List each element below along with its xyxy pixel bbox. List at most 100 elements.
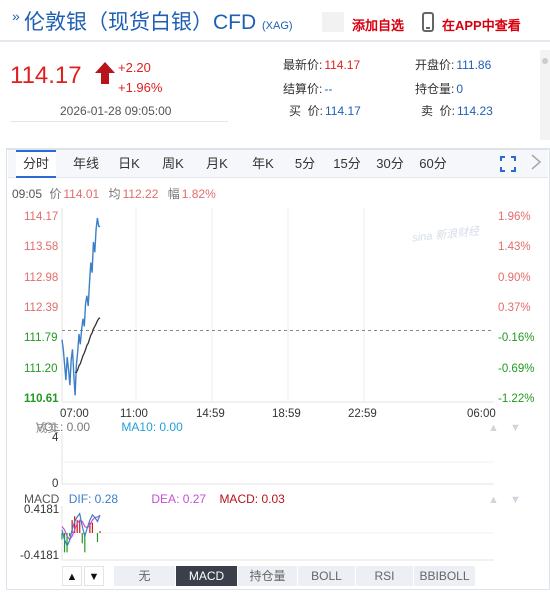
tab-0[interactable]: 分时 (16, 150, 56, 178)
change-value: +2.20 (118, 60, 151, 75)
vol-tick-1: 0 (52, 478, 59, 490)
scrollbar[interactable] (540, 50, 550, 140)
tab-4[interactable]: 月K (198, 150, 236, 178)
ma10-label: MA10: 0.00 (121, 420, 183, 434)
y-tick-price-2: 112.98 (24, 271, 59, 284)
indicator-btn-2[interactable]: 持仓量 (238, 566, 298, 586)
stat-latest: 最新价: 114.17 (283, 56, 360, 73)
macd-header: MACD DIF: 0.28 DEA: 0.27 MACD: 0.03 (24, 492, 285, 506)
add-watchlist-label: 添加自选 (352, 18, 405, 33)
y-tick-pct-5: -0.69% (498, 362, 535, 375)
stat-bid: 买 价: 114.17 (289, 102, 361, 119)
info-amp-label: 幅 (167, 187, 180, 201)
page-title: 伦敦银（现货白银）CFD (24, 11, 257, 34)
info-time: 09:05 (12, 187, 43, 201)
macd-up-icon[interactable]: ▲ (488, 494, 499, 506)
macd-value-label: MACD: 0.03 (219, 492, 285, 506)
y-tick-pct-2: 0.90% (498, 271, 531, 284)
tab-2[interactable]: 日K (110, 150, 148, 178)
current-price: 114.17 (10, 62, 82, 89)
phone-icon (422, 12, 434, 32)
change-percent: +1.96% (118, 80, 163, 95)
volume-title: 成交 (36, 423, 59, 435)
x-tick-3: 18:59 (272, 408, 301, 420)
stat-oi-value: 0 (456, 82, 464, 96)
dea-label: DEA: 0.27 (151, 492, 207, 506)
stat-settle-value: -- (324, 82, 333, 96)
y-tick-pct-4: -0.16% (498, 332, 535, 345)
y-tick-price-1: 113.58 (24, 241, 59, 254)
divider (10, 121, 228, 122)
stat-bid-label: 买 价: (289, 104, 324, 118)
y-tick-price-3: 112.39 (24, 302, 59, 314)
indicator-btn-5[interactable]: BBIBOLL (414, 566, 476, 586)
dif-label: DIF: 0.28 (68, 492, 119, 506)
period-tabs: 分时 年线 日K 周K 月K 年K 5分 15分 30分 60分 (8, 150, 548, 178)
symbol-code: (XAG) (262, 20, 293, 32)
stat-settle-label: 结算价: (283, 82, 323, 96)
y-tick-pct-3: 0.37% (498, 302, 531, 314)
y-tick-pct-6: -1.22% (498, 393, 535, 405)
panel-up-icon[interactable]: ▲ (488, 422, 499, 434)
x-tick-2: 14:59 (196, 408, 225, 420)
stat-open-value: 111.86 (456, 58, 492, 72)
arrow-up-icon (95, 62, 115, 84)
next-arrow-icon[interactable]: ▼ (84, 566, 104, 586)
quote-datetime: 2026-01-28 09:05:00 (60, 104, 172, 118)
open-in-app-button[interactable]: 在APP中查看 (420, 10, 540, 36)
stat-ask-label: 卖 价: (421, 104, 456, 118)
price-change: +2.20 +1.96% (118, 58, 162, 98)
stat-latest-label: 最新价: (283, 58, 323, 72)
open-in-app-label: 在APP中查看 (442, 18, 521, 33)
info-avg-label: 均 (108, 187, 121, 201)
stat-latest-value: 114.17 (324, 58, 361, 72)
stat-oi-label: 持仓量: (415, 82, 455, 96)
macd-title: MACD (24, 492, 60, 506)
indicator-bar: ▲ ▼ 无 MACD 持仓量 BOLL RSI BBIBOLL (58, 566, 478, 586)
tab-7[interactable]: 15分 (328, 150, 366, 178)
y-tick-price-4: 111.79 (24, 332, 58, 345)
watchlist-icon (322, 12, 344, 32)
stat-open-interest: 持仓量: 0 (415, 80, 463, 97)
stat-bid-value: 114.17 (325, 104, 361, 118)
add-watchlist-button[interactable]: 添加自选 (322, 10, 410, 34)
stat-settle: 结算价: -- (283, 80, 332, 97)
stat-open-label: 开盘价: (415, 58, 455, 72)
macd-tick-1: -0.4181 (20, 550, 60, 562)
indicator-btn-3[interactable]: BOLL (298, 566, 356, 586)
indicator-btn-0[interactable]: 无 (114, 566, 176, 586)
double-chevron-icon: » (12, 8, 20, 24)
stat-ask: 卖 价: 114.23 (421, 102, 493, 119)
panel-down-icon[interactable]: ▼ (510, 422, 521, 434)
tab-1[interactable]: 年线 (66, 150, 106, 178)
info-avg: 112.22 (122, 187, 159, 201)
x-tick-1: 11:00 (120, 408, 148, 420)
fullscreen-icon[interactable] (500, 156, 516, 172)
indicator-btn-4[interactable]: RSI (356, 566, 414, 586)
stat-open: 开盘价: 111.86 (415, 56, 491, 73)
header: » 伦敦银（现货白银）CFD (XAG) 添加自选 在APP中查看 (0, 0, 550, 42)
intraday-chart[interactable] (0, 200, 550, 580)
stat-ask-value: 114.23 (457, 104, 493, 118)
y-tick-pct-0: 1.96% (498, 211, 531, 223)
chevron-right-icon[interactable] (528, 152, 544, 172)
y-tick-price-0: 114.17 (24, 211, 59, 223)
tab-3[interactable]: 周K (154, 150, 192, 178)
x-tick-5: 06:00 (467, 408, 496, 420)
tab-8[interactable]: 30分 (372, 150, 408, 178)
info-amp: 1.82% (181, 187, 216, 201)
x-tick-4: 22:59 (348, 408, 377, 420)
macd-down-icon[interactable]: ▼ (510, 494, 521, 506)
series-line-0 (61, 217, 101, 396)
y-tick-pct-1: 1.43% (498, 241, 531, 254)
y-tick-price-6: 110.61 (24, 393, 59, 405)
y-tick-price-5: 111.20 (24, 362, 58, 375)
tab-6[interactable]: 5分 (288, 150, 322, 178)
prev-arrow-icon[interactable]: ▲ (62, 566, 82, 586)
tab-9[interactable]: 60分 (414, 150, 452, 178)
tab-5[interactable]: 年K (244, 150, 282, 178)
indicator-btn-1[interactable]: MACD (176, 566, 238, 586)
info-price: 114.01 (63, 187, 100, 201)
x-tick-0: 07:00 (60, 408, 89, 420)
info-price-label: 价 (49, 187, 62, 201)
